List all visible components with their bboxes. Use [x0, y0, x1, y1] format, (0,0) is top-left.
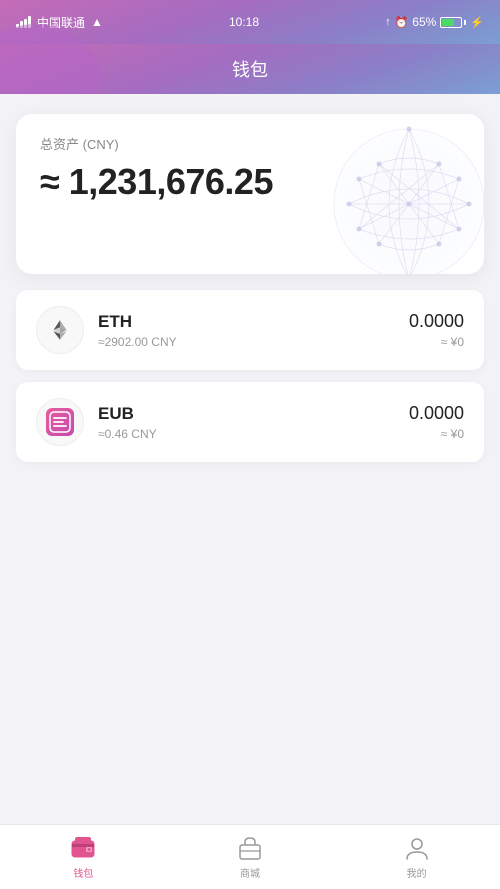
geodesic-sphere: [299, 114, 484, 274]
asset-card: 总资产 (CNY) ≈ 1,231,676.25: [16, 114, 484, 274]
coin-list: ETH ≈2902.00 CNY 0.0000 ≈ ¥0 EUB ≈0.: [16, 290, 484, 462]
wifi-icon: ▲: [91, 15, 103, 29]
coin-item-eub[interactable]: EUB ≈0.46 CNY 0.0000 ≈ ¥0: [16, 382, 484, 462]
tab-bar: 钱包 商城 我的: [0, 824, 500, 889]
eub-balance: 0.0000 ≈ ¥0: [409, 403, 464, 441]
eub-info: EUB ≈0.46 CNY: [98, 404, 409, 441]
tab-shop-label: 商城: [240, 865, 260, 880]
battery-percent: 65%: [412, 15, 436, 29]
tab-shop[interactable]: 商城: [167, 835, 334, 880]
eub-name: EUB: [98, 404, 409, 424]
tab-wallet-label: 钱包: [73, 865, 93, 880]
eub-price: ≈0.46 CNY: [98, 427, 409, 441]
location-icon: ↑: [385, 16, 391, 28]
page-header: 钱包: [0, 44, 500, 94]
wallet-icon: [70, 835, 96, 861]
time-display: 10:18: [229, 15, 259, 29]
main-content: 总资产 (CNY) ≈ 1,231,676.25: [0, 94, 500, 824]
battery-icon: [440, 17, 466, 28]
eth-cny: ≈ ¥0: [409, 335, 464, 349]
coin-item-eth[interactable]: ETH ≈2902.00 CNY 0.0000 ≈ ¥0: [16, 290, 484, 370]
eub-icon-wrapper: [36, 398, 84, 446]
eth-name: ETH: [98, 312, 409, 332]
status-right: ↑ ⏰ 65% ⚡: [385, 15, 484, 29]
shop-icon: [237, 835, 263, 861]
eth-price: ≈2902.00 CNY: [98, 335, 409, 349]
alarm-icon: ⏰: [395, 16, 409, 29]
page-title: 钱包: [232, 56, 268, 82]
eth-icon: [47, 317, 73, 343]
eth-amount: 0.0000: [409, 311, 464, 332]
eth-balance: 0.0000 ≈ ¥0: [409, 311, 464, 349]
eub-cny: ≈ ¥0: [409, 427, 464, 441]
eth-icon-wrapper: [36, 306, 84, 354]
tab-wallet[interactable]: 钱包: [0, 835, 167, 880]
eub-icon: [46, 408, 74, 436]
bolt-icon: ⚡: [470, 16, 484, 29]
profile-icon: [404, 835, 430, 861]
eth-info: ETH ≈2902.00 CNY: [98, 312, 409, 349]
tab-profile-label: 我的: [407, 865, 427, 880]
eub-amount: 0.0000: [409, 403, 464, 424]
tab-profile[interactable]: 我的: [333, 835, 500, 880]
